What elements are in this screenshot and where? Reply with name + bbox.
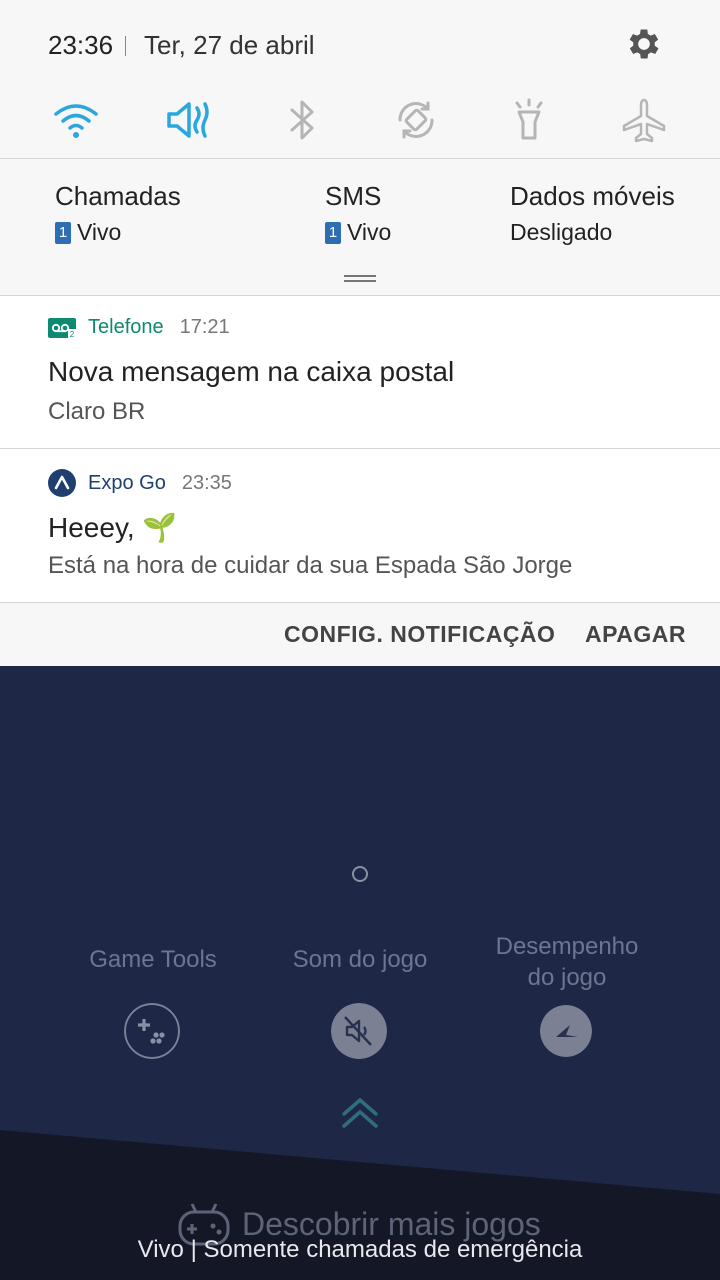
game-performance-label: Desempenho do jogo — [495, 933, 639, 991]
notification-settings-button[interactable]: CONFIG. NOTIFICAÇÃO — [284, 621, 555, 648]
mute-icon[interactable] — [165, 96, 213, 144]
calls-carrier: Vivo — [77, 219, 122, 245]
flashlight-icon[interactable] — [505, 96, 553, 144]
game-tools-icon[interactable] — [124, 1003, 180, 1059]
notification-title: Heeey, 🌱 — [48, 512, 178, 543]
notification-actions: CONFIG. NOTIFICAÇÃO APAGAR — [0, 603, 720, 666]
notification-body: Está na hora de cuidar da sua Espada São… — [48, 552, 573, 579]
sim-1-badge: 1 — [55, 221, 71, 244]
voicemail-icon: 2 — [48, 317, 76, 339]
app-name: Expo Go — [88, 471, 166, 494]
mobile-data-value: Desligado — [510, 219, 613, 245]
notification-telefone[interactable]: 2 Telefone 17:21 Nova mensagem na caixa … — [0, 296, 720, 448]
clock: 23:36 — [48, 30, 114, 60]
notification-header: Expo Go 23:35 — [48, 469, 232, 497]
sms-sim-value: 1 Vivo — [325, 219, 391, 246]
game-sound-label: Som do jogo — [292, 946, 428, 973]
expand-handle[interactable] — [344, 275, 376, 283]
notification-time: 23:35 — [181, 471, 232, 494]
notification-time: 17:21 — [179, 316, 230, 338]
notification-shade: 23:36 Ter, 27 de abril Chamadas 1 Vivo S… — [0, 0, 720, 666]
game-tools-label: Game Tools — [89, 946, 217, 973]
page-indicator — [352, 866, 368, 882]
game-performance-icon[interactable] — [540, 1005, 592, 1057]
svg-text:2: 2 — [70, 330, 75, 339]
sim-settings: Chamadas 1 Vivo SMS 1 Vivo Dados móveis … — [0, 159, 720, 295]
sms-carrier: Vivo — [347, 219, 392, 245]
bluetooth-icon[interactable] — [278, 96, 326, 144]
notification-expo-go[interactable]: Expo Go 23:35 Heeey, 🌱 Está na hora de c… — [0, 449, 720, 602]
notification-body: Claro BR — [48, 398, 146, 425]
divider — [125, 36, 126, 56]
expo-go-icon — [48, 469, 76, 497]
game-sound-mute-icon[interactable] — [331, 1003, 387, 1059]
chevron-up-icon[interactable] — [340, 1094, 380, 1130]
airplane-mode-icon[interactable] — [620, 96, 668, 144]
sim-1-badge: 1 — [325, 221, 341, 244]
emergency-calls-status: Vivo | Somente chamadas de emergência — [137, 1236, 583, 1263]
mobile-data-title: Dados móveis — [510, 181, 675, 211]
clear-all-button[interactable]: APAGAR — [585, 621, 686, 648]
app-name: Telefone — [88, 316, 164, 338]
settings-gear-icon[interactable] — [624, 24, 664, 64]
notification-header: 2 Telefone 17:21 — [48, 316, 230, 339]
shade-header: 23:36 Ter, 27 de abril — [0, 0, 720, 158]
notification-title: Nova mensagem na caixa postal — [48, 356, 455, 387]
sms-title: SMS — [325, 181, 382, 211]
calls-title: Chamadas — [55, 181, 181, 211]
calls-sim-value: 1 Vivo — [55, 219, 121, 246]
wifi-icon[interactable] — [52, 96, 100, 144]
auto-rotate-icon[interactable] — [392, 96, 440, 144]
date: Ter, 27 de abril — [144, 30, 315, 60]
